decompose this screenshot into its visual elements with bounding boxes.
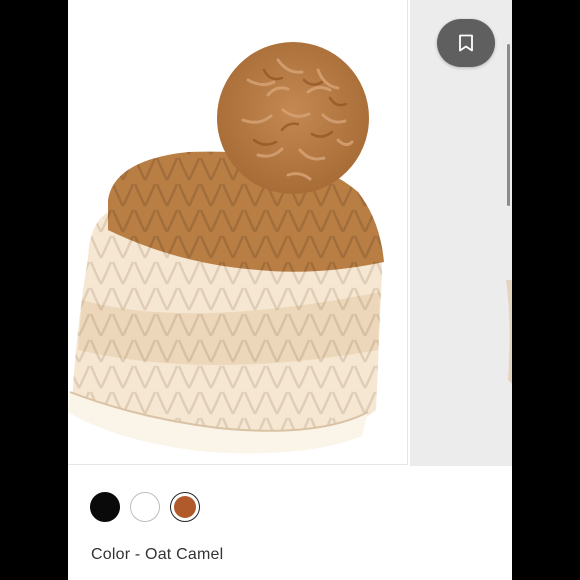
bookmark-button[interactable] bbox=[437, 19, 495, 67]
swatch-black[interactable] bbox=[90, 492, 120, 522]
next-image-preview[interactable] bbox=[410, 0, 512, 466]
product-image[interactable] bbox=[68, 0, 408, 465]
scrollbar[interactable] bbox=[507, 44, 510, 206]
beanie-illustration bbox=[68, 42, 384, 454]
color-label: Color - Oat Camel bbox=[91, 546, 224, 563]
product-image-carousel[interactable] bbox=[68, 0, 512, 466]
next-image-fragment bbox=[506, 280, 512, 384]
product-screen: Color - Oat Camel bbox=[68, 0, 512, 580]
left-letterbox bbox=[0, 0, 68, 580]
swatch-white[interactable] bbox=[130, 492, 160, 522]
right-letterbox bbox=[512, 0, 580, 580]
swatch-camel-selected[interactable] bbox=[170, 492, 200, 522]
swatch-camel-fill bbox=[174, 496, 196, 518]
color-swatches bbox=[90, 492, 200, 524]
bookmark-icon bbox=[459, 34, 473, 52]
